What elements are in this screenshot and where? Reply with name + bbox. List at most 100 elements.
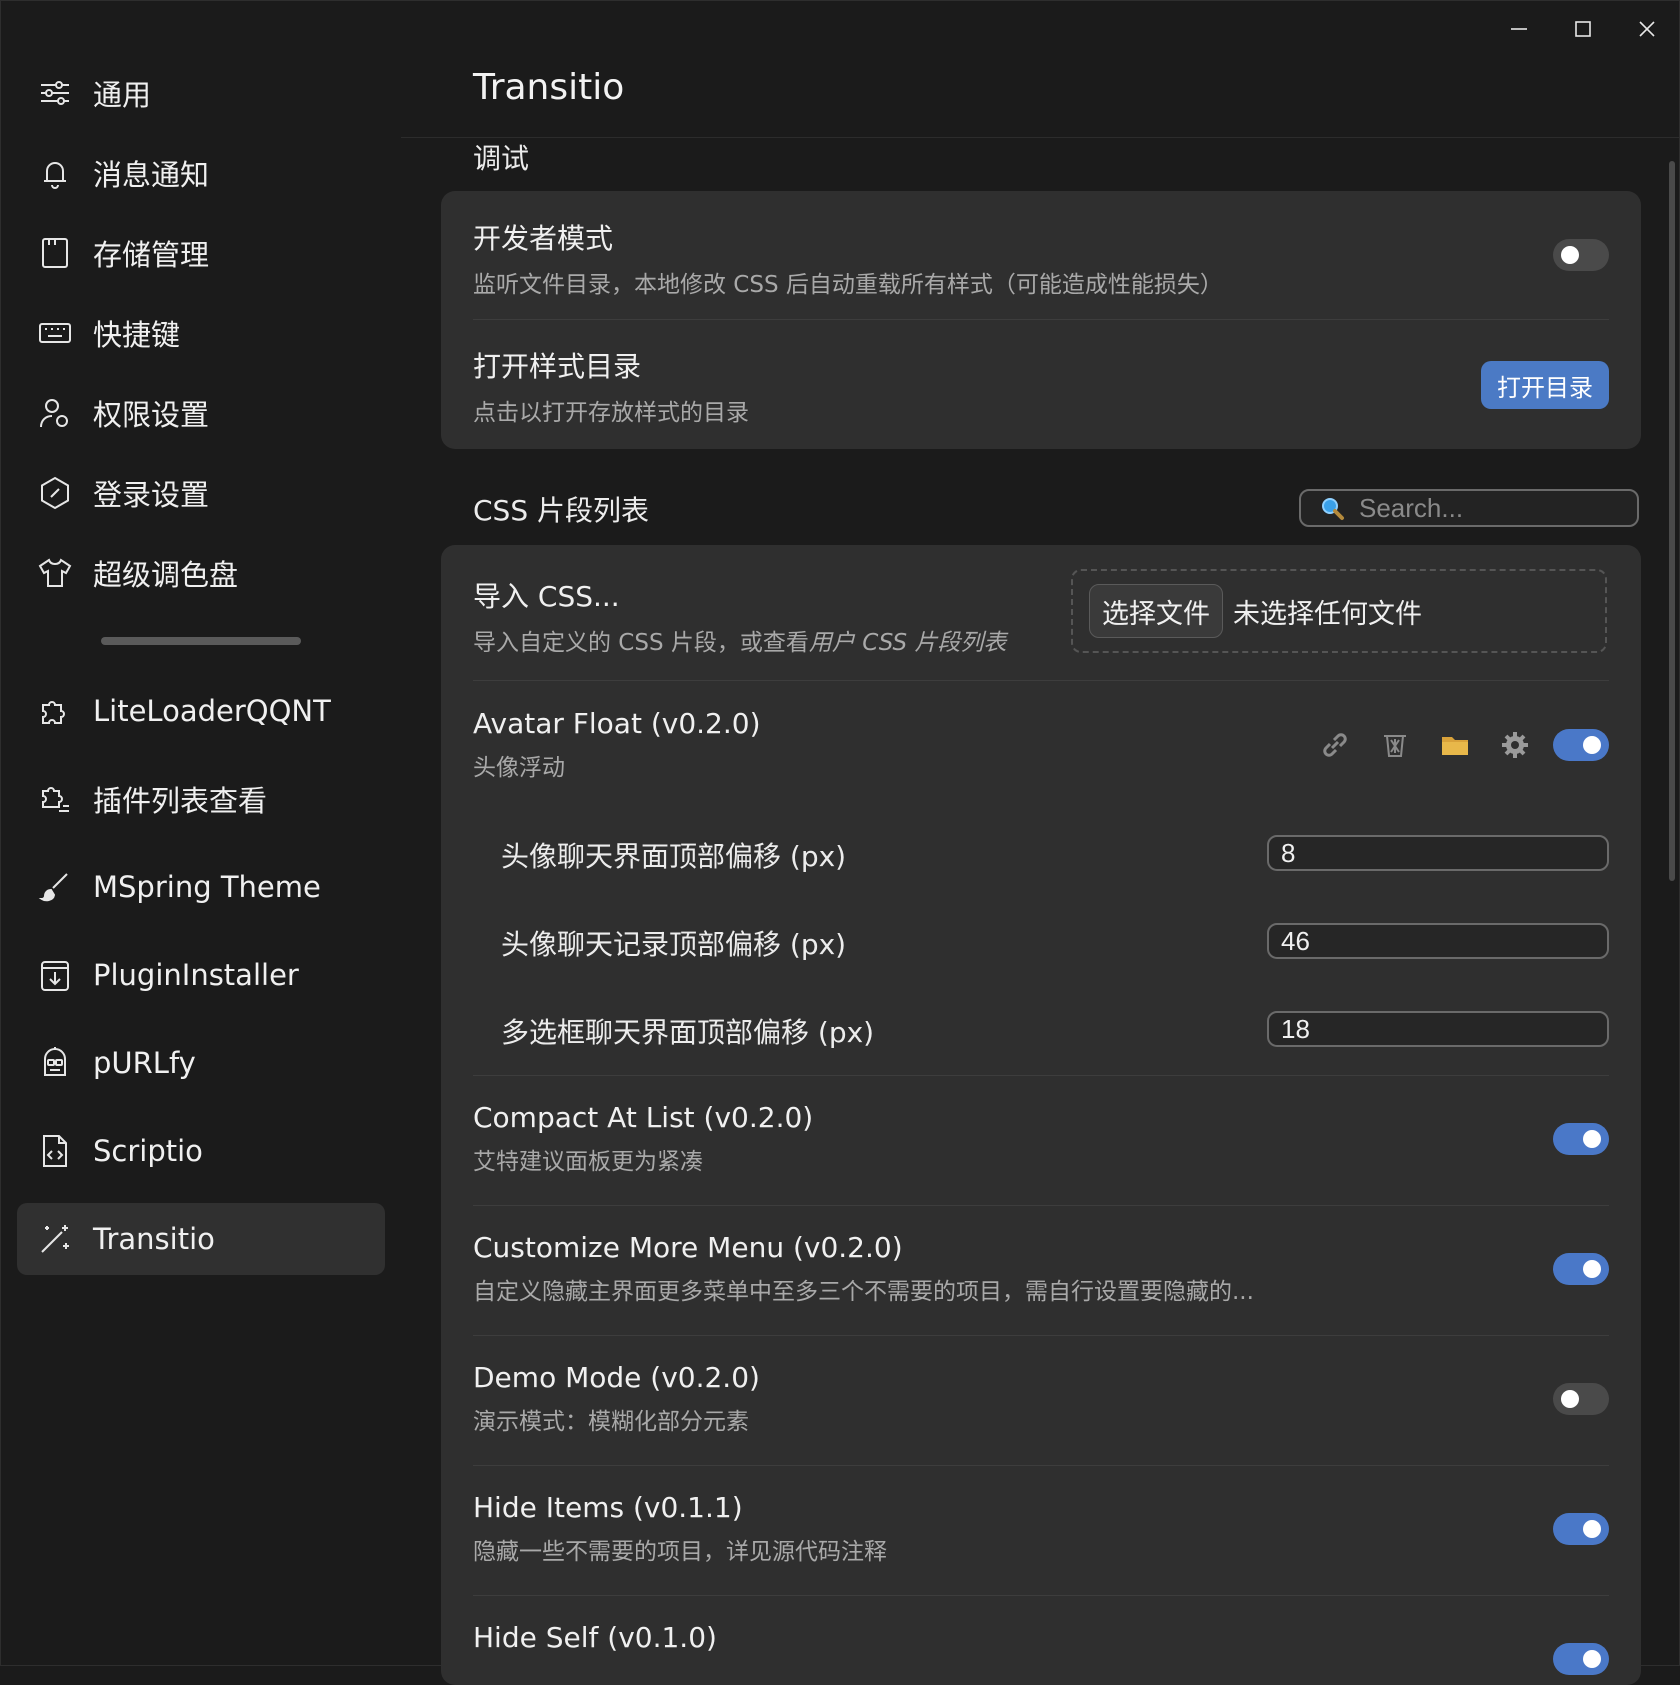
folder-icon[interactable] (1437, 727, 1473, 763)
sliders-icon (35, 73, 75, 113)
snippet-title: Hide Self (v0.1.0) (473, 1621, 717, 1654)
sidebar-item-label: Transitio (93, 1222, 215, 1256)
divider (473, 319, 1609, 320)
sidebar-item-palette[interactable]: 超级调色盘 (17, 537, 385, 609)
bell-icon (35, 153, 75, 193)
divider (473, 1335, 1609, 1336)
sidebar-item-label: 超级调色盘 (93, 558, 239, 592)
sidebar-item-label: pURLfy (93, 1046, 196, 1080)
link-icon[interactable] (1317, 727, 1353, 763)
sidebar-item-scriptio[interactable]: Scriptio (17, 1115, 385, 1187)
sidebar-item-label: 存储管理 (93, 238, 210, 272)
snippet-row-customize-more-menu: Customize More Menu (v0.2.0) 自定义隐藏主界面更多菜… (473, 1231, 1609, 1306)
sidebar-item-label: PluginInstaller (93, 958, 299, 992)
param-label: 头像聊天界面顶部偏移 (px) (501, 840, 847, 873)
snippet-toggle-hide-self[interactable] (1553, 1643, 1609, 1675)
sidebar: 通用 消息通知 存储管理 快捷键 权限设置 登录设置 超级调色盘 LiteLoa… (1, 57, 401, 1665)
sidebar-item-plugin-list[interactable]: 插件列表查看 (17, 763, 385, 835)
dev-mode-desc: 监听文件目录，本地修改 CSS 后自动重载所有样式（可能造成性能损失） (473, 272, 1223, 298)
gear-icon[interactable] (1497, 727, 1533, 763)
download-box-icon (35, 955, 75, 995)
choose-file-button[interactable]: 选择文件 (1089, 584, 1223, 638)
search-icon (1322, 498, 1344, 520)
user-snippets-link[interactable]: 用户 CSS 片段列表 (809, 630, 1007, 656)
sidebar-item-transitio[interactable]: Transitio (17, 1203, 385, 1275)
divider (473, 1465, 1609, 1466)
file-status: 未选择任何文件 (1233, 598, 1422, 630)
toggle-knob (1583, 1520, 1601, 1538)
shirt-icon (35, 553, 75, 593)
sidebar-item-label: MSpring Theme (93, 870, 321, 904)
minimize-icon (1511, 28, 1527, 30)
snippet-toggle-avatar-float[interactable] (1553, 729, 1609, 761)
divider (473, 1205, 1609, 1206)
snippet-desc: 隐藏一些不需要的项目，详见源代码注释 (473, 1539, 887, 1565)
storage-icon (35, 233, 75, 273)
minimize-button[interactable] (1487, 1, 1551, 57)
maximize-button[interactable] (1551, 1, 1615, 57)
open-dir-button[interactable]: 打开目录 (1481, 361, 1609, 409)
open-dir-desc: 点击以打开存放样式的目录 (473, 400, 749, 426)
trash-icon[interactable] (1377, 727, 1413, 763)
section-title-snippets: CSS 片段列表 (473, 494, 649, 527)
sidebar-item-label: 权限设置 (93, 398, 210, 432)
file-drop-zone[interactable]: 选择文件 未选择任何文件 (1071, 569, 1607, 653)
sidebar-item-label: 通用 (93, 78, 152, 112)
sidebar-item-login[interactable]: 登录设置 (17, 457, 385, 529)
sidebar-item-label: LiteLoaderQQNT (93, 694, 331, 728)
toggle-knob (1583, 1130, 1601, 1148)
sidebar-item-plugininstaller[interactable]: PluginInstaller (17, 939, 385, 1011)
snippet-desc: 艾特建议面板更为紧凑 (473, 1149, 703, 1175)
search-box[interactable] (1299, 489, 1639, 527)
snippet-row-hide-self: Hide Self (v0.1.0) (473, 1621, 1609, 1654)
close-button[interactable] (1615, 1, 1679, 57)
search-input[interactable] (1357, 491, 1621, 525)
snippets-card: 导入 CSS... 导入自定义的 CSS 片段，或查看用户 CSS 片段列表 选… (441, 545, 1641, 1685)
robot-icon (35, 1043, 75, 1083)
sidebar-item-notifications[interactable]: 消息通知 (17, 137, 385, 209)
snippet-row-demo-mode: Demo Mode (v0.2.0) 演示模式：模糊化部分元素 (473, 1361, 1609, 1436)
dev-mode-toggle[interactable] (1553, 239, 1609, 271)
sidebar-item-label: 快捷键 (93, 318, 181, 352)
toggle-knob (1583, 1260, 1601, 1278)
sidebar-item-permissions[interactable]: 权限设置 (17, 377, 385, 449)
snippet-row-compact-at-list: Compact At List (v0.2.0) 艾特建议面板更为紧凑 (473, 1101, 1609, 1176)
divider (473, 680, 1609, 681)
scrollbar-thumb[interactable] (1669, 161, 1675, 881)
snippet-title: Customize More Menu (v0.2.0) (473, 1231, 903, 1264)
section-title-debug: 调试 (473, 142, 530, 175)
hexagon-icon (35, 473, 75, 513)
sidebar-item-purlfy[interactable]: pURLfy (17, 1027, 385, 1099)
toggle-knob (1561, 246, 1579, 264)
window-controls (1487, 1, 1679, 57)
sidebar-item-storage[interactable]: 存储管理 (17, 217, 385, 289)
sidebar-item-mspring-theme[interactable]: MSpring Theme (17, 851, 385, 923)
param-input-history-offset[interactable] (1267, 923, 1609, 959)
snippet-title: Demo Mode (v0.2.0) (473, 1361, 760, 1394)
snippet-desc: 自定义隐藏主界面更多菜单中至多三个不需要的项目，需自行设置要隐藏的... (473, 1279, 1254, 1305)
open-dir-title: 打开样式目录 (473, 350, 642, 383)
snippet-title: Compact At List (v0.2.0) (473, 1101, 814, 1134)
divider (473, 1075, 1609, 1076)
toggle-knob (1561, 1390, 1579, 1408)
sidebar-item-shortcuts[interactable]: 快捷键 (17, 297, 385, 369)
debug-card: 开发者模式 监听文件目录，本地修改 CSS 后自动重载所有样式（可能造成性能损失… (441, 191, 1641, 449)
snippet-toggle-hide-items[interactable] (1553, 1513, 1609, 1545)
param-input-chat-offset[interactable] (1267, 835, 1609, 871)
open-dir-row: 打开样式目录 点击以打开存放样式的目录 (473, 345, 1609, 427)
param-label: 多选框聊天界面顶部偏移 (px) (501, 1016, 875, 1049)
sidebar-item-general[interactable]: 通用 (17, 57, 385, 129)
snippet-toggle-customize-more-menu[interactable] (1553, 1253, 1609, 1285)
page-title: Transitio (473, 67, 625, 108)
sidebar-item-label: Scriptio (93, 1134, 203, 1168)
snippet-toggle-compact-at-list[interactable] (1553, 1123, 1609, 1155)
param-label: 头像聊天记录顶部偏移 (px) (501, 928, 847, 961)
header-divider (401, 137, 1679, 138)
toggle-knob (1583, 1650, 1601, 1668)
snippet-toggle-demo-mode[interactable] (1553, 1383, 1609, 1415)
sidebar-item-liteloaderqqnt[interactable]: LiteLoaderQQNT (17, 675, 385, 747)
magic-wand-icon (35, 1219, 75, 1259)
close-icon (1639, 21, 1655, 37)
app-window: 通用 消息通知 存储管理 快捷键 权限设置 登录设置 超级调色盘 LiteLoa… (0, 0, 1680, 1685)
param-input-checkbox-offset[interactable] (1267, 1011, 1609, 1047)
